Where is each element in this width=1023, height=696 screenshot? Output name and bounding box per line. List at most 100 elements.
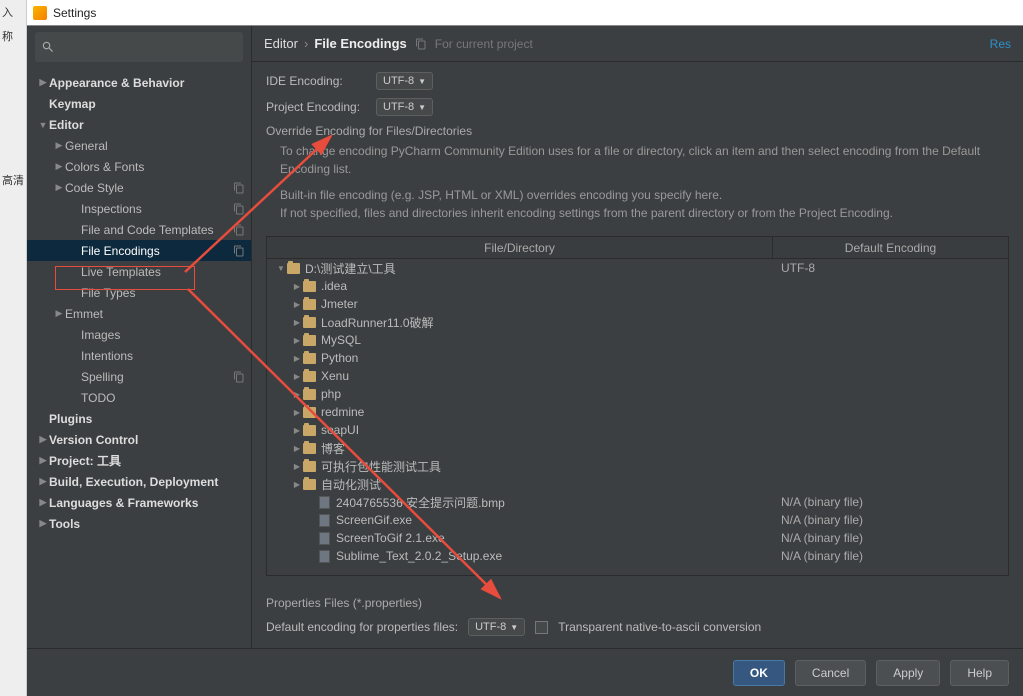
copy-icon bbox=[233, 245, 245, 257]
transparent-ascii-checkbox[interactable] bbox=[535, 621, 548, 634]
table-row[interactable]: ▶.idea bbox=[267, 277, 1008, 295]
row-arrow-icon: ▶ bbox=[291, 336, 303, 345]
sidebar-item-languages-frameworks[interactable]: Languages & Frameworks bbox=[27, 492, 251, 513]
copy-icon bbox=[415, 38, 427, 50]
folder-icon bbox=[303, 371, 316, 382]
override-desc-2: Built-in file encoding (e.g. JSP, HTML o… bbox=[280, 186, 1009, 222]
table-row[interactable]: Sublime_Text_2.0.2_Setup.exeN/A (binary … bbox=[267, 547, 1008, 565]
file-name: ScreenToGif 2.1.exe bbox=[336, 531, 445, 545]
ok-button[interactable]: OK bbox=[733, 660, 785, 686]
search-input[interactable] bbox=[35, 32, 243, 62]
project-encoding-label: Project Encoding: bbox=[266, 100, 376, 114]
settings-sidebar: Appearance & Behavior Keymap Editor General… bbox=[27, 26, 252, 648]
project-encoding-dropdown[interactable]: UTF-8▼ bbox=[376, 98, 433, 116]
sidebar-item-keymap[interactable]: Keymap bbox=[27, 93, 251, 114]
sidebar-item-spelling[interactable]: Spelling bbox=[27, 366, 251, 387]
dialog-button-bar: OK Cancel Apply Help bbox=[27, 648, 1023, 696]
col-encoding[interactable]: Default Encoding bbox=[773, 237, 1008, 258]
sidebar-item-appearance-behavior[interactable]: Appearance & Behavior bbox=[27, 72, 251, 93]
reset-link[interactable]: Res bbox=[990, 37, 1011, 51]
row-arrow-icon: ▶ bbox=[291, 390, 303, 399]
table-row[interactable]: ▶ php bbox=[267, 385, 1008, 403]
copy-icon bbox=[233, 371, 245, 383]
folder-icon bbox=[303, 317, 316, 328]
sidebar-item-live-templates[interactable]: Live Templates bbox=[27, 261, 251, 282]
table-row[interactable]: ▶Xenu bbox=[267, 367, 1008, 385]
row-arrow-icon: ▶ bbox=[291, 300, 303, 309]
sidebar-item-todo[interactable]: TODO bbox=[27, 387, 251, 408]
sidebar-item-colors-fonts[interactable]: Colors & Fonts bbox=[27, 156, 251, 177]
sidebar-item-build-execution-deployment[interactable]: Build, Execution, Deployment bbox=[27, 471, 251, 492]
ide-encoding-dropdown[interactable]: UTF-8▼ bbox=[376, 72, 433, 90]
row-arrow-icon: ▶ bbox=[291, 408, 303, 417]
props-encoding-dropdown[interactable]: UTF-8▼ bbox=[468, 618, 525, 636]
file-name: 2404765536 安全提示问题.bmp bbox=[336, 494, 505, 511]
override-section-title: Override Encoding for Files/Directories bbox=[266, 124, 1009, 138]
tree-arrow-icon bbox=[37, 120, 49, 130]
sidebar-item-file-and-code-templates[interactable]: File and Code Templates bbox=[27, 219, 251, 240]
file-name: Xenu bbox=[321, 369, 349, 383]
sidebar-item-project-[interactable]: Project: 工具 bbox=[27, 450, 251, 471]
table-row[interactable]: ▶LoadRunner11.0破解 bbox=[267, 313, 1008, 331]
apply-button[interactable]: Apply bbox=[876, 660, 940, 686]
file-name: MySQL bbox=[321, 333, 361, 347]
cancel-button[interactable]: Cancel bbox=[795, 660, 866, 686]
encoding-value: N/A (binary file) bbox=[773, 495, 1008, 509]
file-name: php bbox=[321, 387, 341, 401]
sidebar-item-general[interactable]: General bbox=[27, 135, 251, 156]
sidebar-item-emmet[interactable]: Emmet bbox=[27, 303, 251, 324]
sidebar-item-file-types[interactable]: File Types bbox=[27, 282, 251, 303]
tree-arrow-icon bbox=[53, 140, 65, 151]
tree-arrow-icon bbox=[37, 518, 49, 529]
sidebar-item-editor[interactable]: Editor bbox=[27, 114, 251, 135]
table-row[interactable]: ScreenGif.exeN/A (binary file) bbox=[267, 511, 1008, 529]
row-arrow-icon: ▶ bbox=[291, 318, 303, 327]
sidebar-item-images[interactable]: Images bbox=[27, 324, 251, 345]
encoding-value: UTF-8 bbox=[773, 261, 1008, 275]
row-arrow-icon: ▶ bbox=[291, 282, 303, 291]
table-row[interactable]: ▶redmine bbox=[267, 403, 1008, 421]
table-row[interactable]: ▶Jmeter bbox=[267, 295, 1008, 313]
tree-arrow-icon bbox=[53, 182, 65, 193]
col-file[interactable]: File/Directory bbox=[267, 237, 773, 258]
sidebar-item-file-encodings[interactable]: File Encodings bbox=[27, 240, 251, 261]
table-row[interactable]: ▶博客 bbox=[267, 439, 1008, 457]
sidebar-item-inspections[interactable]: Inspections bbox=[27, 198, 251, 219]
table-row[interactable]: ▶soapUI bbox=[267, 421, 1008, 439]
table-row[interactable]: ▼D:\测试建立\工具UTF-8 bbox=[267, 259, 1008, 277]
sidebar-item-label: Live Templates bbox=[81, 265, 245, 279]
sidebar-item-tools[interactable]: Tools bbox=[27, 513, 251, 534]
breadcrumb-parent[interactable]: Editor bbox=[264, 36, 298, 51]
encoding-table: File/Directory Default Encoding ▼D:\测试建立… bbox=[266, 236, 1009, 576]
table-row[interactable]: ▶Python bbox=[267, 349, 1008, 367]
breadcrumb-sep: › bbox=[304, 36, 308, 51]
sidebar-item-code-style[interactable]: Code Style bbox=[27, 177, 251, 198]
sidebar-item-label: Editor bbox=[49, 118, 245, 132]
tree-arrow-icon bbox=[37, 434, 49, 445]
tree-arrow-icon bbox=[53, 161, 65, 172]
folder-icon bbox=[303, 407, 316, 418]
sidebar-item-label: Appearance & Behavior bbox=[49, 76, 245, 90]
file-icon bbox=[319, 550, 330, 563]
sidebar-item-version-control[interactable]: Version Control bbox=[27, 429, 251, 450]
sidebar-item-intentions[interactable]: Intentions bbox=[27, 345, 251, 366]
file-name: 自动化测试 bbox=[321, 476, 381, 493]
sidebar-item-plugins[interactable]: Plugins bbox=[27, 408, 251, 429]
sidebar-item-label: File Types bbox=[81, 286, 245, 300]
sidebar-item-label: TODO bbox=[81, 391, 245, 405]
settings-dialog: Appearance & Behavior Keymap Editor General… bbox=[27, 26, 1023, 696]
window-titlebar[interactable]: Settings bbox=[27, 0, 1023, 26]
encoding-form: IDE Encoding: UTF-8▼ Project Encoding: U… bbox=[252, 62, 1023, 236]
sidebar-item-label: Tools bbox=[49, 517, 245, 531]
table-row[interactable]: ScreenToGif 2.1.exeN/A (binary file) bbox=[267, 529, 1008, 547]
table-row[interactable]: ▶自动化测试 bbox=[267, 475, 1008, 493]
help-button[interactable]: Help bbox=[950, 660, 1009, 686]
row-arrow-icon: ▶ bbox=[291, 426, 303, 435]
copy-icon bbox=[233, 203, 245, 215]
sidebar-item-label: Intentions bbox=[81, 349, 245, 363]
table-row[interactable]: 2404765536 安全提示问题.bmp N/A (binary file) bbox=[267, 493, 1008, 511]
file-icon bbox=[319, 514, 330, 527]
table-row[interactable]: ▶ MySQL bbox=[267, 331, 1008, 349]
table-row[interactable]: ▶可执行包性能测试工具 bbox=[267, 457, 1008, 475]
sidebar-item-label: File and Code Templates bbox=[81, 223, 233, 237]
